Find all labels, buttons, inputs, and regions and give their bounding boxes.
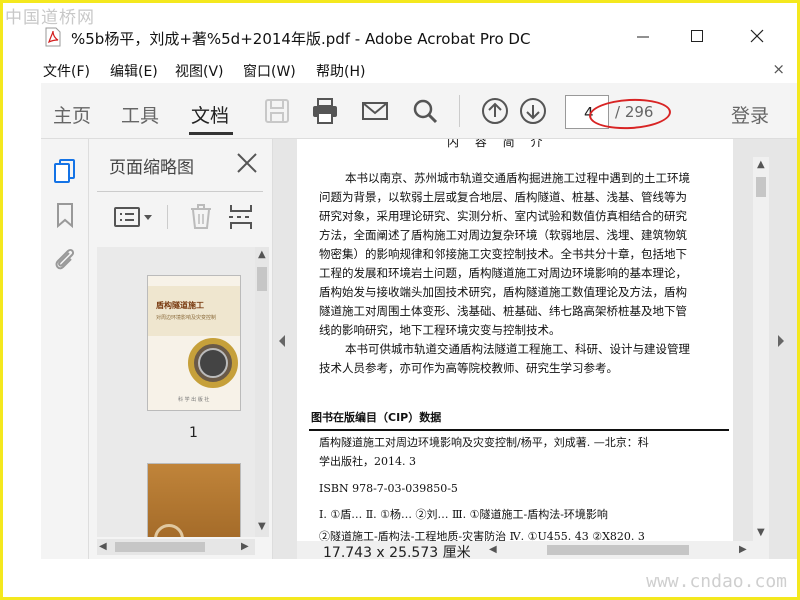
thumbnail-options-icon[interactable]	[113, 203, 157, 231]
collapse-right-panel-arrow[interactable]	[778, 335, 784, 347]
app-window: 中国道桥网 %5b杨平，刘成+著%5d+2014年版.pdf - Adobe A…	[3, 3, 797, 597]
scroll-left-arrow[interactable]: ◀	[99, 541, 107, 552]
tab-home[interactable]: 主页	[53, 101, 91, 128]
scroll-right-arrow[interactable]: ▶	[739, 544, 747, 555]
bookmark-icon[interactable]	[51, 201, 79, 229]
cip-line: 学出版社，2014. 3	[319, 455, 416, 468]
document-vertical-scrollbar[interactable]: ▲ ▼	[753, 157, 769, 541]
cover-publisher: 科 学 出 版 社	[178, 397, 210, 403]
login-button[interactable]: 登录	[731, 101, 769, 128]
menu-window[interactable]: 窗口(W)	[243, 61, 296, 81]
minimize-icon	[637, 36, 649, 38]
trash-icon[interactable]	[187, 203, 215, 231]
menu-help[interactable]: 帮助(H)	[316, 61, 365, 81]
thumbnails-panel: 页面缩略图 盾构隧道施工 对周边环境影响及灾变控制 科 学 出 版 社 1 ▲ …	[89, 139, 273, 559]
watermark-top: 中国道桥网	[5, 8, 95, 28]
text-line: 问题为背景，以软弱土层或复合地层、盾构隧道、桩基、浅基、管线等为	[319, 190, 687, 204]
panel-tool-separator	[167, 205, 168, 229]
text-line: 技术人员参考，亦可作为高等院校教师、研究生学习参考。	[319, 361, 618, 375]
tab-document[interactable]: 文档	[191, 101, 229, 128]
cover-subtitle: 对周边环境影响及灾变控制	[156, 315, 217, 321]
panel-title: 页面缩略图	[109, 158, 194, 178]
close-window-button[interactable]	[737, 21, 777, 51]
scrollbar-thumb[interactable]	[257, 267, 267, 291]
pdf-file-icon	[45, 27, 61, 47]
close-icon[interactable]	[235, 151, 259, 175]
bottom-strip: www.cndao.com	[3, 559, 797, 597]
text-line: 本书以南京、苏州城市轨道交通盾构掘进施工过程中遇到的土工环境	[345, 171, 690, 185]
print-icon[interactable]	[311, 97, 339, 125]
page-up-icon[interactable]	[481, 97, 509, 125]
text-line: 物密集）的影响规律和邻接施工灾变控制技术。全书共分十章，包括地下	[319, 247, 687, 261]
thumbnail-list[interactable]: 盾构隧道施工 对周边环境影响及灾变控制 科 学 出 版 社 1	[97, 247, 255, 537]
text-line: 本书可供城市轨道交通盾构法隧道工程施工、科研、设计与建设管理	[345, 342, 690, 356]
main-toolbar: 主页 工具 文档 4 / 296 登录	[41, 83, 797, 139]
title-bar: 中国道桥网 %5b杨平，刘成+著%5d+2014年版.pdf - Adobe A…	[3, 3, 797, 57]
thumbnail-horizontal-scrollbar[interactable]: ◀ ▶	[97, 539, 255, 555]
thumbnail-label: 1	[189, 425, 198, 441]
cip-title: 图书在版编目（CIP）数据	[311, 411, 442, 424]
text-line: 隧道施工对周围土体变形、浅基础、桩基础、纬七路高架桥桩基及地下管	[319, 304, 687, 318]
cover-tunnel-core	[198, 348, 228, 378]
maximize-button[interactable]	[677, 21, 717, 51]
search-icon[interactable]	[411, 97, 439, 125]
cip-rule	[309, 429, 729, 431]
panel-divider	[97, 191, 263, 192]
minimize-button[interactable]	[623, 21, 663, 51]
maximize-icon	[691, 30, 703, 42]
page-thumbnails-icon[interactable]	[51, 157, 79, 185]
cip-line: Ⅰ. ①盾… Ⅱ. ①杨… ②刘… Ⅲ. ①隧道施工-盾构法-环境影响	[319, 508, 608, 521]
save-icon[interactable]	[263, 97, 291, 125]
scroll-down-arrow[interactable]: ▼	[258, 521, 266, 532]
page-down-icon[interactable]	[519, 97, 547, 125]
scroll-down-arrow[interactable]: ▼	[757, 527, 765, 538]
attachment-icon[interactable]	[51, 245, 79, 273]
text-line: 工程的发展和环境岩土问题，盾构隧道施工对周边环境影响的基本理论，	[319, 266, 687, 280]
email-icon[interactable]	[361, 97, 389, 125]
text-line: 盾构始发与接收端头加固技术研究，盾构隧道施工数值理论及方法，盾构	[319, 285, 687, 299]
scrollbar-thumb[interactable]	[756, 177, 766, 197]
active-tab-indicator	[189, 132, 233, 135]
cover-title: 盾构隧道施工	[156, 301, 204, 310]
close-icon	[750, 29, 764, 43]
page-thumbnail-2[interactable]	[147, 463, 241, 537]
left-nav-rail	[41, 139, 89, 559]
page-heading: 内 容 简 介	[447, 139, 549, 149]
scroll-up-arrow[interactable]: ▲	[757, 159, 765, 170]
toolbar-separator	[459, 95, 460, 127]
text-line: 线的影响研究，地下工程环境灾变与控制技术。	[319, 323, 561, 337]
scroll-left-arrow[interactable]: ◀	[489, 544, 497, 555]
scroll-up-arrow[interactable]: ▲	[258, 249, 266, 260]
scrollbar-thumb[interactable]	[115, 542, 205, 552]
extract-pages-icon[interactable]	[227, 203, 255, 231]
close-document-button[interactable]: ×	[772, 60, 785, 78]
menu-edit[interactable]: 编辑(E)	[110, 61, 158, 81]
cover-band	[148, 286, 240, 336]
thumbnail-vertical-scrollbar[interactable]: ▲ ▼	[255, 247, 269, 537]
watermark-bottom: www.cndao.com	[646, 571, 787, 592]
page-thumbnail-1[interactable]: 盾构隧道施工 对周边环境影响及灾变控制 科 学 出 版 社	[147, 275, 241, 411]
pdf-page: 内 容 简 介 本书以南京、苏州城市轨道交通盾构掘进施工过程中遇到的土工环境 问…	[297, 139, 733, 541]
scroll-right-arrow[interactable]: ▶	[241, 541, 249, 552]
menu-view[interactable]: 视图(V)	[175, 61, 224, 81]
text-line: 研究对象，采用理论研究、实测分析、室内试验和数值仿真相结合的研究	[319, 209, 687, 223]
menu-bar: 文件(F) 编辑(E) 视图(V) 窗口(W) 帮助(H) ×	[3, 57, 797, 83]
document-status-bar: 17.743 x 25.573 厘米 ◀ ▶	[297, 541, 769, 561]
cip-line: 盾构隧道施工对周边环境影响及灾变控制/杨平，刘成著. —北京：科	[319, 436, 649, 449]
tab-tools[interactable]: 工具	[121, 101, 159, 128]
window-title: %5b杨平，刘成+著%5d+2014年版.pdf - Adobe Acrobat…	[71, 30, 531, 48]
cip-line: ISBN 978-7-03-039850-5	[319, 482, 458, 495]
intro-paragraph: 本书以南京、苏州城市轨道交通盾构掘进施工过程中遇到的土工环境 问题为背景，以软弱…	[319, 169, 733, 378]
collapse-left-panel-arrow[interactable]	[279, 335, 285, 347]
menu-file[interactable]: 文件(F)	[43, 61, 90, 81]
cip-line: ②隧道施工-盾构法-工程地质-灾害防治 Ⅳ. ①U455. 43 ②X820. …	[319, 530, 645, 541]
cover-graphic	[154, 524, 184, 537]
text-line: 方法，全面阐述了盾构施工对周边复杂环境（软弱地层、浅埋、建筑物筑	[319, 228, 687, 242]
document-viewer: 内 容 简 介 本书以南京、苏州城市轨道交通盾构掘进施工过程中遇到的土工环境 问…	[273, 139, 797, 561]
scrollbar-thumb[interactable]	[547, 545, 689, 555]
